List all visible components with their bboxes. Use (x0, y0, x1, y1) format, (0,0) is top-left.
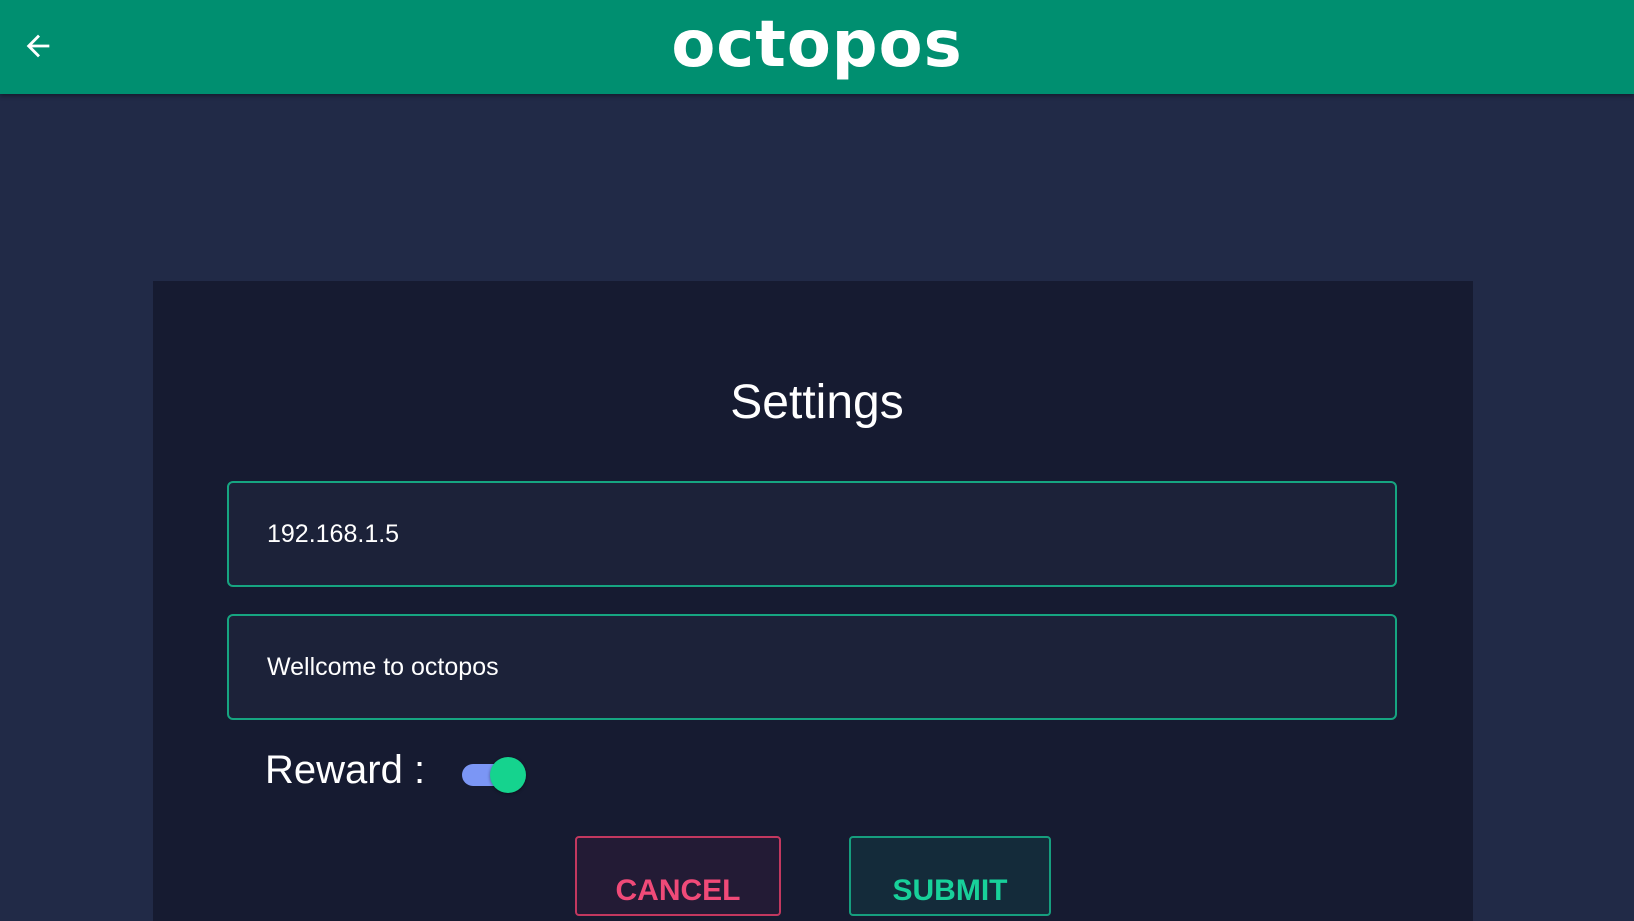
welcome-message-input[interactable] (265, 651, 1395, 683)
reward-label: Reward : (265, 748, 426, 792)
ip-address-input[interactable] (265, 518, 1395, 550)
submit-button[interactable]: SUBMIT (849, 836, 1051, 916)
cancel-button[interactable]: CANCEL (575, 836, 781, 916)
reward-toggle[interactable] (460, 755, 526, 793)
app-logo: octopos (671, 8, 963, 82)
ip-address-field[interactable] (227, 481, 1397, 587)
reward-toggle-thumb (490, 757, 526, 793)
app-header: octopos (0, 0, 1634, 94)
welcome-message-field[interactable] (227, 614, 1397, 720)
page-title: Settings (730, 376, 904, 429)
